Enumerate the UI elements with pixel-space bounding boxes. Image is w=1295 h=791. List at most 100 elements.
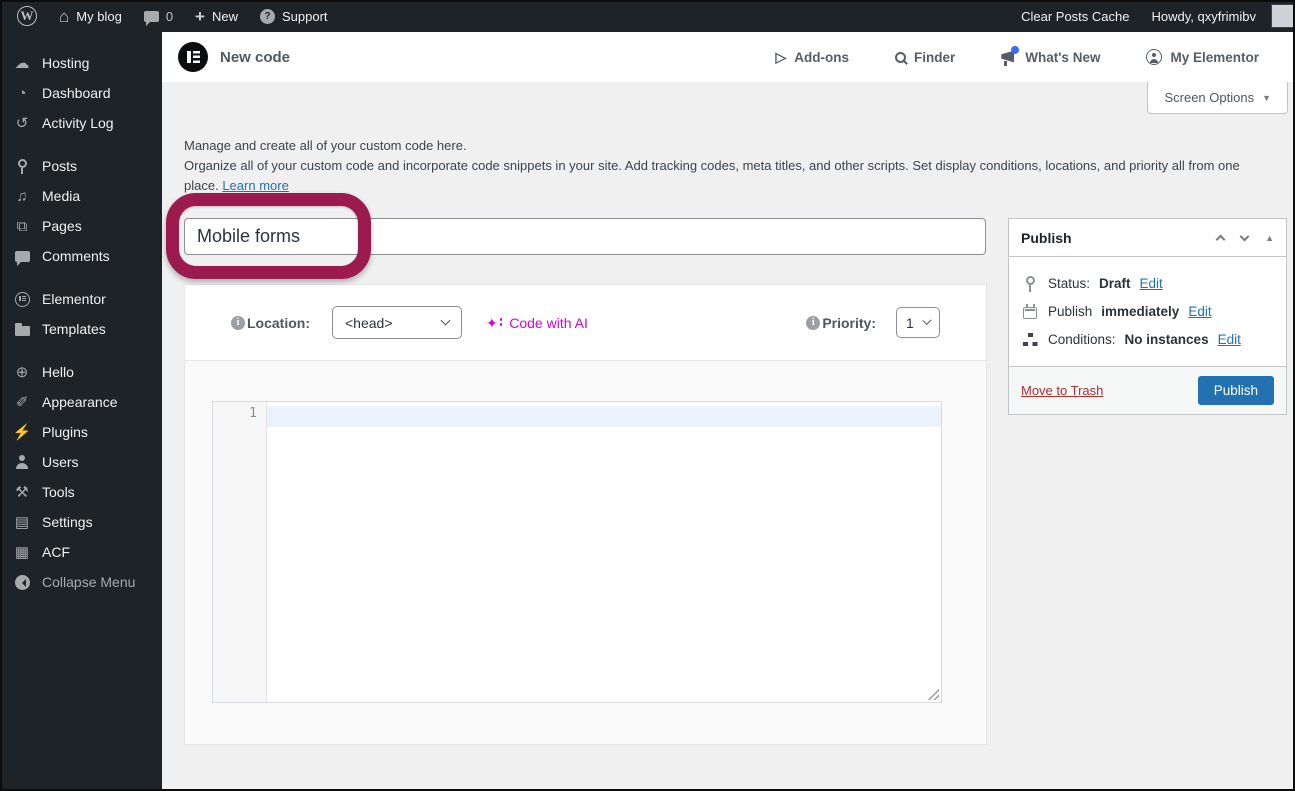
custom-code-postbox: i Location: <head> ✦ Code with AI i Prio… (184, 284, 987, 745)
info-icon[interactable]: i (806, 315, 821, 330)
site-link[interactable]: ⌂ My blog (48, 0, 133, 32)
plugin-icon: ⚡ (12, 423, 32, 441)
code-with-ai-button[interactable]: ✦ Code with AI (486, 315, 588, 331)
sidebar-item-hosting[interactable]: ☁ Hosting (0, 48, 162, 78)
priority-value: 1 (906, 314, 914, 331)
clear-posts-cache-link[interactable]: Clear Posts Cache (1010, 0, 1140, 32)
conditions-label: Conditions: (1048, 332, 1116, 347)
sidebar-item-hello[interactable]: ⊕ Hello (0, 357, 162, 387)
nav-whats-new[interactable]: What's New (1001, 45, 1100, 66)
avatar[interactable] (1271, 4, 1295, 28)
sidebar-item-collapse-menu[interactable]: Collapse Menu (0, 567, 162, 597)
sidebar-item-pages[interactable]: ⧉ Pages (0, 211, 162, 241)
intro-line-2: Organize all of your custom code and inc… (184, 158, 1240, 193)
admin-bar-left: W ⌂ My blog 0 + New ? Support (0, 0, 339, 32)
move-to-trash-link[interactable]: Move to Trash (1021, 383, 1103, 398)
sidebar-item-templates[interactable]: Templates (0, 314, 162, 344)
move-down-icon[interactable] (1239, 231, 1250, 241)
code-input-area[interactable] (267, 402, 941, 702)
search-icon (894, 51, 906, 63)
code-title-input[interactable] (184, 218, 986, 255)
media-icon: ♫ (16, 187, 28, 205)
account-menu[interactable]: Howdy, qxyfrimibv (1140, 0, 1295, 32)
new-label: New (211, 8, 238, 24)
collapse-panel-icon[interactable]: ▲ (1265, 233, 1274, 243)
plus-circle-icon: ⊕ (15, 363, 29, 381)
conditions-value: No instances (1124, 332, 1209, 347)
conditions-edit-link[interactable]: Edit (1218, 332, 1241, 347)
triangle-down-icon: ▼ (1262, 92, 1271, 103)
screen-options-button[interactable]: Screen Options ▼ (1147, 82, 1288, 114)
learn-more-link[interactable]: Learn more (222, 178, 288, 193)
page-title: New code (220, 48, 291, 66)
elementor-logo-icon (178, 42, 208, 72)
sidebar-item-acf[interactable]: ▦ ACF (0, 537, 162, 567)
publish-button[interactable]: Publish (1197, 376, 1274, 405)
settings-icon: ▤ (14, 513, 30, 531)
priority-label: Priority: (822, 314, 876, 331)
comment-bubble-icon (12, 250, 32, 266)
sidebar-separator (0, 138, 162, 151)
admin-bar-right: Clear Posts Cache Howdy, qxyfrimibv (1010, 0, 1295, 32)
status-row: Status: Draft Edit (1021, 276, 1274, 292)
sparkle-icon: ✦ (486, 314, 498, 331)
status-edit-link[interactable]: Edit (1140, 276, 1163, 291)
folder-icon (12, 322, 32, 336)
editor-gutter: 1 (213, 402, 267, 702)
publish-footer: Move to Trash Publish (1009, 366, 1286, 414)
plus-icon: + (195, 6, 205, 26)
support-link[interactable]: ? Support (249, 0, 339, 32)
nav-addons[interactable]: ▷ Add-ons (775, 49, 849, 66)
location-select[interactable]: <head> (332, 306, 462, 339)
sidebar-item-users[interactable]: Users (0, 447, 162, 477)
pin-icon (12, 159, 32, 174)
sidebar-item-appearance[interactable]: ✐ Appearance (0, 387, 162, 417)
sidebar-item-settings[interactable]: ▤ Settings (0, 507, 162, 537)
nav-my-elementor[interactable]: My Elementor (1146, 49, 1259, 65)
priority-select[interactable]: 1 (896, 307, 940, 338)
code-editor: 1 (212, 401, 942, 703)
comments-link[interactable]: 0 (133, 0, 184, 32)
pages-icon: ⧉ (16, 217, 28, 235)
gauge-icon: ◔ (17, 84, 27, 102)
publish-header[interactable]: Publish ▲ (1009, 219, 1286, 257)
admin-bar: W ⌂ My blog 0 + New ? Support Clear Post… (0, 0, 1295, 32)
conditions-row: Conditions: No instances Edit (1021, 332, 1274, 347)
chevron-down-icon (922, 315, 932, 326)
nav-finder[interactable]: Finder (894, 50, 955, 65)
wordpress-logo-icon: W (17, 6, 37, 26)
sidebar-item-media[interactable]: ♫ Media (0, 181, 162, 211)
intro-line-1: Manage and create all of your custom cod… (184, 138, 467, 153)
sidebar-item-tools[interactable]: ⚒ Tools (0, 477, 162, 507)
move-up-icon[interactable] (1215, 234, 1226, 244)
info-icon[interactable]: i (231, 315, 245, 330)
sidebar-item-plugins[interactable]: ⚡ Plugins (0, 417, 162, 447)
question-icon: ? (260, 8, 275, 24)
user-icon (12, 455, 32, 469)
tools-icon: ⚒ (15, 483, 29, 501)
intro-text: Manage and create all of your custom cod… (184, 136, 1277, 196)
schedule-label: Publish (1048, 304, 1093, 319)
wordpress-menu[interactable]: W (6, 0, 48, 32)
sidebar-item-posts[interactable]: Posts (0, 151, 162, 181)
sidebar-item-comments[interactable]: Comments (0, 241, 162, 271)
schedule-edit-link[interactable]: Edit (1188, 304, 1211, 319)
cloud-icon: ☁ (14, 54, 30, 72)
sidebar-item-activity-log[interactable]: ↺ Activity Log (0, 108, 162, 138)
priority-group: i Priority: 1 (806, 307, 940, 338)
new-content-link[interactable]: + New (184, 0, 249, 32)
sidebar-item-dashboard[interactable]: ◔ Dashboard (0, 78, 162, 108)
home-icon: ⌂ (59, 6, 70, 26)
sidebar-item-elementor[interactable]: Elementor (0, 284, 162, 314)
support-label: Support (282, 8, 328, 24)
location-label: Location: (247, 314, 310, 331)
elementor-header-nav: ▷ Add-ons Finder What's New My Elementor (775, 45, 1259, 66)
line-number: 1 (249, 406, 257, 421)
comment-count: 0 (165, 8, 174, 24)
brush-icon: ✐ (15, 393, 29, 411)
sparkle-dots-icon (499, 318, 503, 321)
schedule-value: immediately (1101, 304, 1180, 319)
options-bar: i Location: <head> ✦ Code with AI i Prio… (185, 285, 986, 361)
account-icon (1146, 49, 1163, 65)
notification-dot (1011, 45, 1020, 54)
